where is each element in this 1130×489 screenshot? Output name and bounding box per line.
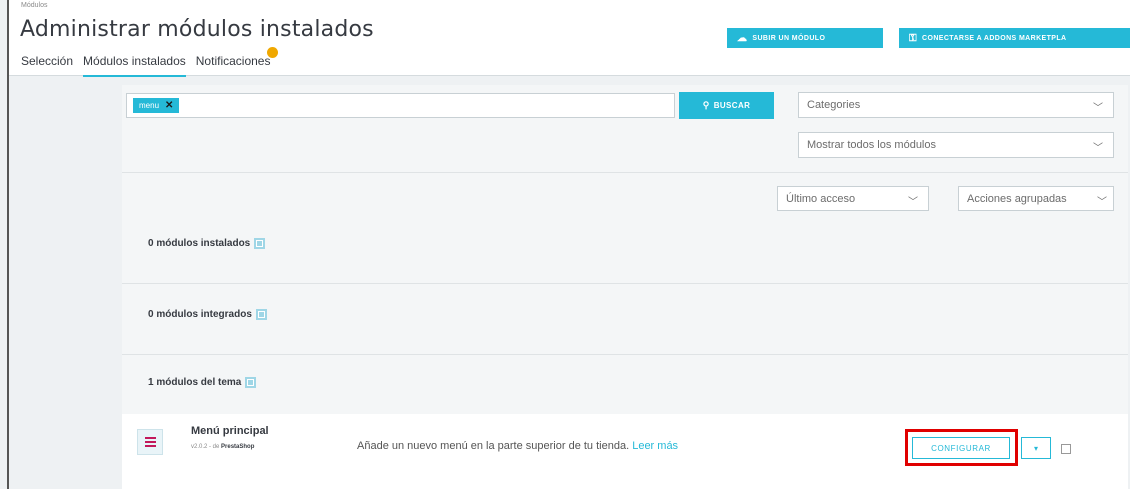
bulk-actions-value: Acciones agrupadas [967, 192, 1067, 205]
search-input[interactable]: menu ✕ [126, 93, 675, 118]
chevron-down-icon: ﹀ [908, 197, 918, 208]
upload-module-button[interactable]: ☁ SUBIR UN MÓDULO [727, 28, 883, 48]
status-filter-select[interactable]: Mostrar todos los módulos ﹀ [798, 132, 1114, 158]
notification-badge [267, 47, 279, 58]
section-installed-label: 0 módulos instalados [148, 238, 251, 249]
divider [122, 354, 1128, 355]
categories-select[interactable]: Categories ﹀ [798, 92, 1114, 118]
key-icon: ⚿ [909, 32, 918, 44]
module-description-text: Añade un nuevo menú en la parte superior… [357, 440, 630, 452]
section-theme-modules: 1 módulos del tema [148, 377, 257, 388]
upload-module-label: SUBIR UN MÓDULO [752, 34, 826, 42]
section-installed-modules: 0 módulos instalados [148, 238, 266, 249]
section-built-in-label: 0 módulos integrados [148, 309, 252, 320]
tab-notificaciones-label: Notificaciones [195, 54, 271, 68]
module-checkbox[interactable] [1061, 444, 1071, 454]
cloud-upload-icon: ☁ [737, 32, 748, 44]
connect-addons-button[interactable]: ⚿ CONECTARSE A ADDONS MARKETPLA [899, 28, 1130, 48]
divider [122, 283, 1128, 284]
collapse-icon[interactable] [254, 238, 266, 249]
page-title: Administrar módulos instalados [20, 17, 374, 42]
tab-notificaciones[interactable]: Notificaciones [195, 47, 279, 77]
module-description: Añade un nuevo menú en la parte superior… [357, 440, 678, 452]
search-tag: menu ✕ [133, 98, 180, 113]
search-button[interactable]: ⚲ BUSCAR [679, 92, 774, 119]
chevron-down-icon: ﹀ [1093, 103, 1103, 114]
module-version-label: v2.0.2 - de [191, 444, 220, 450]
module-name: Menú principal [191, 425, 269, 437]
read-more-link[interactable]: Leer más [632, 440, 678, 452]
module-actions-dropdown[interactable]: ▾ [1021, 437, 1051, 459]
categories-select-value: Categories [807, 99, 861, 111]
breadcrumb[interactable]: Módulos [21, 2, 47, 9]
tab-bar: Selección Módulos instalados Notificacio… [21, 47, 280, 77]
menu-icon [137, 429, 163, 455]
connect-addons-label: CONECTARSE A ADDONS MARKETPLA [922, 34, 1067, 42]
close-icon[interactable]: ✕ [165, 100, 173, 111]
module-author: PrestaShop [221, 444, 255, 450]
section-built-in-modules: 0 módulos integrados [148, 309, 267, 320]
caret-down-icon: ▾ [1033, 443, 1038, 453]
status-filter-value: Mostrar todos los módulos [807, 139, 936, 151]
module-version: v2.0.2 - de PrestaShop [191, 444, 254, 450]
divider [122, 172, 1128, 173]
section-theme-label: 1 módulos del tema [148, 377, 242, 388]
tab-seleccion[interactable]: Selección [21, 54, 73, 77]
configure-button[interactable]: CONFIGURAR [912, 437, 1010, 459]
chevron-down-icon: ﹀ [1097, 197, 1107, 208]
tab-modulos-instalados[interactable]: Módulos instalados [83, 54, 186, 77]
search-button-label: BUSCAR [713, 101, 751, 110]
search-icon: ⚲ [702, 100, 710, 110]
bulk-actions-select[interactable]: Acciones agrupadas ﹀ [958, 186, 1114, 211]
collapse-icon[interactable] [255, 309, 267, 320]
sort-select[interactable]: Último acceso ﹀ [777, 186, 929, 211]
sort-select-value: Último acceso [786, 192, 856, 205]
search-tag-label: menu [139, 101, 160, 110]
collapse-icon[interactable] [245, 377, 257, 388]
chevron-down-icon: ﹀ [1093, 143, 1103, 154]
